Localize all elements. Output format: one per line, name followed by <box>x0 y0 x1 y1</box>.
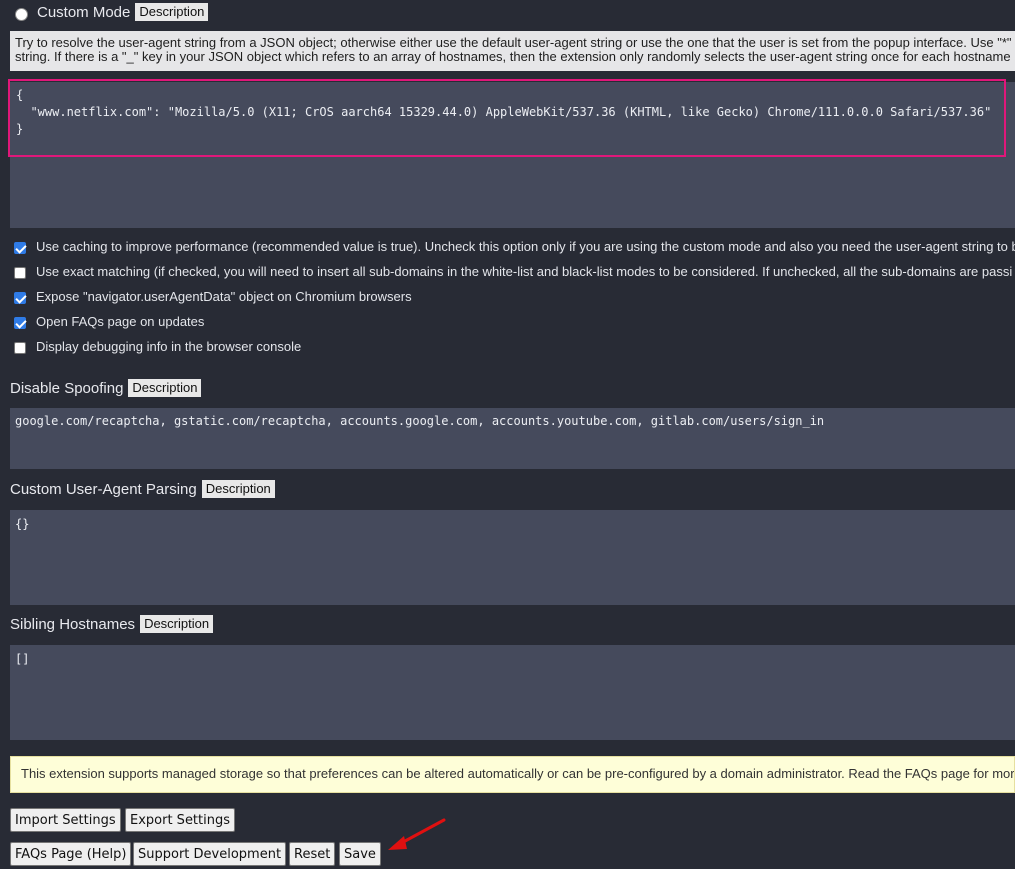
custom-mode-description: Try to resolve the user-agent string fro… <box>10 31 1015 71</box>
custom-parsing-title: Custom User-Agent Parsing <box>10 480 197 498</box>
custom-mode-description-badge[interactable]: Description <box>135 3 209 22</box>
sibling-hostnames-header: Sibling Hostnames Description <box>10 615 214 634</box>
debugging-checkbox[interactable] <box>14 342 26 354</box>
reset-button[interactable]: Reset <box>289 842 336 866</box>
export-settings-button[interactable]: Export Settings <box>125 808 236 832</box>
custom-mode-radio[interactable] <box>15 8 28 21</box>
sibling-hostnames-title: Sibling Hostnames <box>10 615 136 633</box>
custom-mode-header: Custom Mode Description <box>37 3 209 22</box>
save-button[interactable]: Save <box>339 842 381 866</box>
custom-mode-description-line-2: string. If there is a "_" key in your JS… <box>15 49 1011 64</box>
custom-mode-description-line-1: Try to resolve the user-agent string fro… <box>15 35 1012 50</box>
exact-matching-checkbox[interactable] <box>14 267 26 279</box>
expose-useragentdata-checkbox[interactable] <box>14 292 26 304</box>
disable-spoofing-textarea[interactable]: google.com/recaptcha, gstatic.com/recapt… <box>10 408 1015 469</box>
open-faqs-label: Open FAQs page on updates <box>36 314 205 329</box>
expose-useragentdata-label: Expose "navigator.userAgentData" object … <box>36 289 412 304</box>
custom-parsing-description-badge[interactable]: Description <box>201 480 275 499</box>
debugging-label: Display debugging info in the browser co… <box>36 339 302 354</box>
open-faqs-checkbox[interactable] <box>14 317 26 329</box>
sibling-hostnames-description-badge[interactable]: Description <box>140 615 214 634</box>
support-development-button[interactable]: Support Development <box>133 842 287 866</box>
sibling-hostnames-textarea[interactable]: [] <box>10 645 1015 740</box>
managed-storage-note: This extension supports managed storage … <box>10 756 1015 793</box>
disable-spoofing-description-badge[interactable]: Description <box>128 379 202 398</box>
faqs-page-button[interactable]: FAQs Page (Help) <box>10 842 132 866</box>
exact-matching-label: Use exact matching (if checked, you will… <box>36 264 1013 279</box>
custom-parsing-header: Custom User-Agent Parsing Description <box>10 480 275 499</box>
disable-spoofing-title: Disable Spoofing <box>10 379 124 397</box>
caching-label: Use caching to improve performance (reco… <box>36 239 1015 254</box>
custom-parsing-textarea[interactable]: {} <box>10 510 1015 605</box>
import-settings-button[interactable]: Import Settings <box>10 808 121 832</box>
custom-mode-label: Custom Mode <box>37 3 131 21</box>
caching-checkbox[interactable] <box>14 242 26 254</box>
annotation-arrow-icon <box>388 818 446 850</box>
disable-spoofing-header: Disable Spoofing Description <box>10 379 202 398</box>
textarea-focus-outline <box>8 79 1006 157</box>
